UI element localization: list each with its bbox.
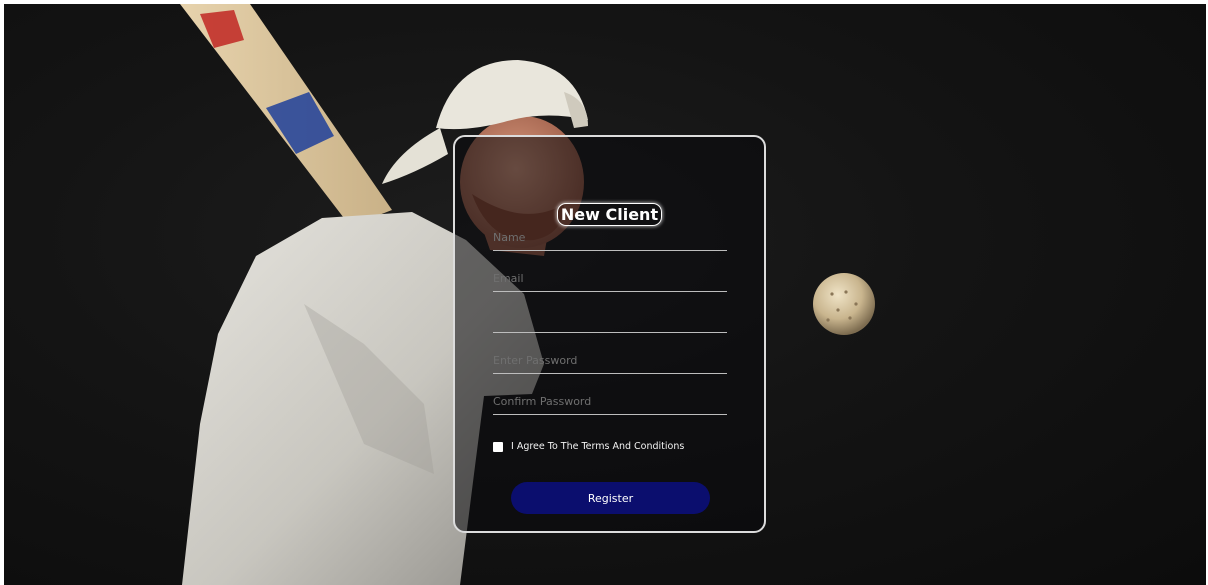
background-stage: New Client I Agree To The Terms And Cond…	[4, 4, 1206, 585]
phone-input[interactable]	[493, 309, 727, 333]
email-input[interactable]	[493, 268, 727, 292]
name-input[interactable]	[493, 227, 727, 251]
password-input[interactable]	[493, 350, 727, 374]
cricket-ball	[813, 273, 875, 335]
terms-label: I Agree To The Terms And Conditions	[511, 441, 685, 452]
form-title-text: New Client	[556, 203, 663, 226]
terms-row: I Agree To The Terms And Conditions	[493, 441, 684, 452]
terms-checkbox[interactable]	[493, 441, 503, 452]
register-button[interactable]: Register	[511, 482, 710, 514]
confirm-password-input[interactable]	[493, 391, 727, 415]
registration-card: New Client I Agree To The Terms And Cond…	[453, 135, 766, 533]
form-title: New Client	[455, 203, 764, 226]
